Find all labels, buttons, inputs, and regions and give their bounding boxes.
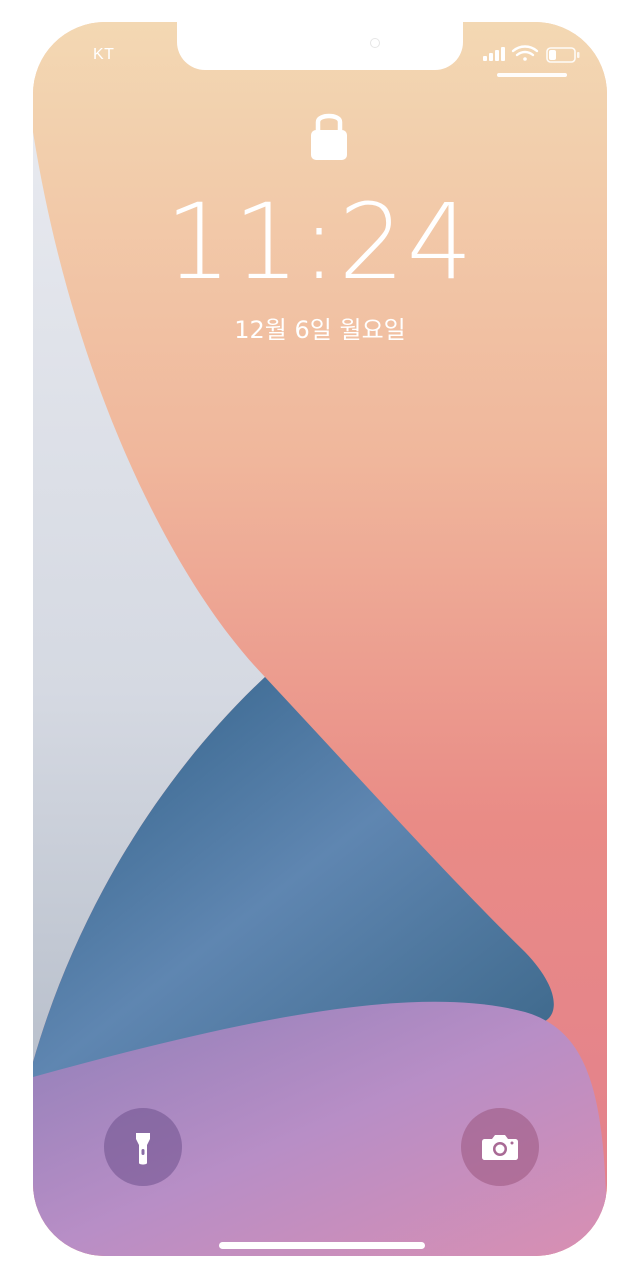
- lock-time: 11:24: [165, 181, 475, 303]
- front-sensor: [370, 38, 380, 48]
- notch: [177, 22, 463, 70]
- cellular-signal-icon: [483, 47, 505, 61]
- status-icons: [483, 45, 580, 63]
- camera-icon: [482, 1135, 518, 1160]
- lock-screen: KT 11:24 12월 6일 월요일: [33, 22, 607, 1256]
- carrier-label: KT: [93, 46, 115, 63]
- lock-icon: [311, 113, 347, 160]
- wifi-icon: [511, 45, 539, 61]
- flashlight-button[interactable]: [104, 1108, 182, 1186]
- control-center-indicator[interactable]: [497, 73, 567, 77]
- home-indicator[interactable]: [219, 1242, 425, 1249]
- camera-button[interactable]: [461, 1108, 539, 1186]
- lock-date: 12월 6일 월요일: [234, 316, 406, 344]
- battery-icon: [546, 47, 580, 63]
- flashlight-icon: [136, 1133, 150, 1165]
